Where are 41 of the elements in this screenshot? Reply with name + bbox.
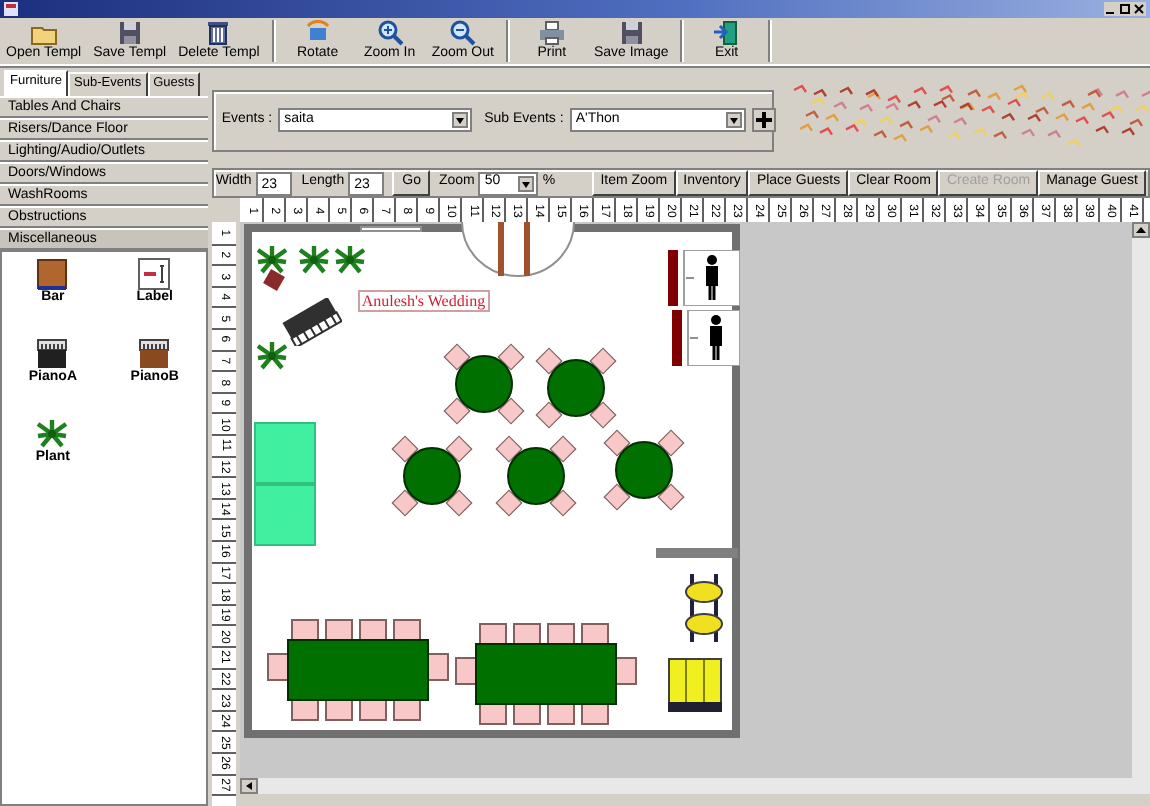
piano-icon xyxy=(36,338,69,370)
bar-icon xyxy=(36,258,69,290)
dance-floor-drawing xyxy=(253,484,316,546)
event-label: Anulesh's Wedding xyxy=(357,290,490,313)
bar-drawing xyxy=(261,268,286,292)
scroll-left-icon[interactable] xyxy=(239,778,258,794)
label-icon xyxy=(138,258,171,290)
add-icon[interactable] xyxy=(751,108,776,132)
caret-icon xyxy=(520,177,533,189)
round-table-drawing xyxy=(491,432,580,520)
rotate-icon xyxy=(303,20,332,46)
zoom-out-icon xyxy=(448,20,477,46)
exit-door-icon xyxy=(712,20,741,46)
app-icon xyxy=(4,2,18,16)
round-table-drawing xyxy=(439,340,528,428)
round-table-drawing xyxy=(599,426,688,514)
caret-icon xyxy=(454,114,467,126)
restroom-sign-drawing xyxy=(667,310,740,366)
plant-icon xyxy=(36,418,69,450)
printer-icon xyxy=(537,20,566,46)
round-table-drawing xyxy=(531,344,620,432)
plant-icon xyxy=(255,340,288,372)
piano-drawing xyxy=(281,298,342,346)
piano-icon xyxy=(138,338,171,370)
restroom-sign-drawing xyxy=(667,250,740,306)
scroll-up-icon[interactable] xyxy=(1132,222,1150,238)
zoom-in-icon xyxy=(375,20,404,46)
plant-icon xyxy=(333,244,366,276)
dance-floor-drawing xyxy=(253,422,316,484)
wall-segment xyxy=(655,548,738,558)
plant-icon xyxy=(297,244,330,276)
chairs-drawing xyxy=(681,572,726,644)
round-table-drawing xyxy=(387,432,476,520)
caret-icon xyxy=(727,114,740,126)
window-drawing xyxy=(359,226,422,232)
maximize-icon[interactable] xyxy=(1118,2,1132,16)
trash-icon xyxy=(204,20,233,46)
close-icon[interactable] xyxy=(1132,2,1146,16)
cabinet-drawing xyxy=(667,658,722,712)
minimize-icon[interactable] xyxy=(1104,2,1118,16)
plant-icon xyxy=(255,244,288,276)
